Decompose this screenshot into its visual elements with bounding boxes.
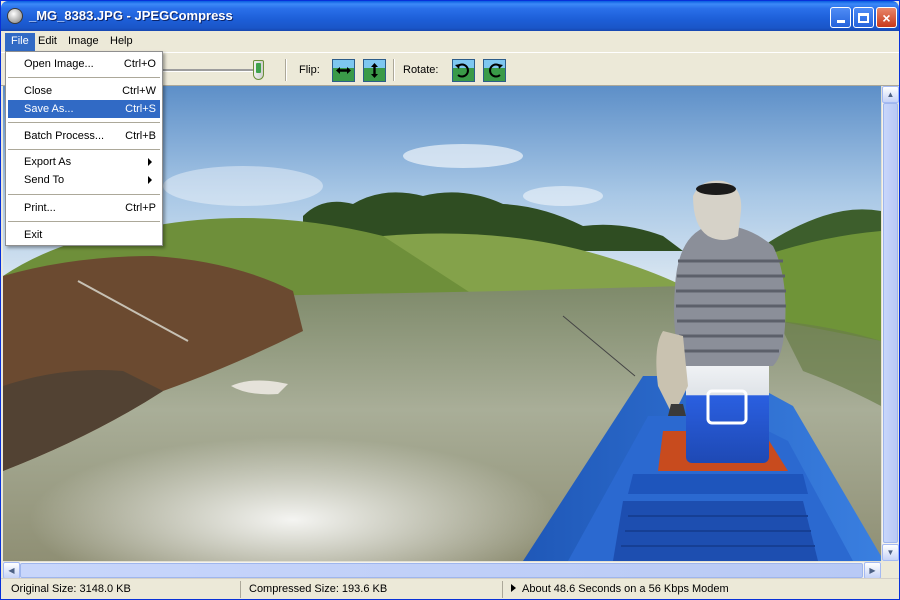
toolbar-separator [393, 59, 395, 81]
status-bar: Original Size: 3148.0 KB Compressed Size… [1, 578, 899, 599]
arrow-right-icon: ▶ [869, 566, 876, 575]
horizontal-scrollbar[interactable]: ◀ ▶ [3, 561, 881, 579]
rotate-right-icon [484, 60, 505, 81]
menu-image[interactable]: Image [62, 33, 105, 51]
flip-horizontal-icon [333, 60, 354, 81]
menu-separator [8, 77, 160, 78]
maximize-button[interactable] [853, 7, 874, 28]
menu-item-send-to[interactable]: Send To [8, 171, 160, 189]
menu-edit[interactable]: Edit [32, 33, 63, 51]
compressed-size-status: Compressed Size: 193.6 KB [243, 581, 503, 598]
scroll-up-button[interactable]: ▲ [882, 86, 899, 103]
menu-item-label: Save As... [24, 103, 74, 115]
toolbar-separator [285, 59, 287, 81]
menu-item-shortcut: Ctrl+O [123, 58, 156, 70]
menu-separator [8, 122, 160, 123]
scroll-left-button[interactable]: ◀ [3, 562, 20, 579]
rotate-right-button[interactable] [483, 59, 506, 82]
quality-slider-track[interactable] [163, 69, 263, 72]
menu-item-export-as[interactable]: Export As [8, 153, 160, 171]
menu-item-label: Send To [24, 174, 65, 186]
menu-item-exit[interactable]: Exit [8, 226, 160, 244]
menu-item-label: Export As [24, 156, 72, 168]
rotate-label: Rotate: [403, 64, 439, 76]
menu-item-label: Batch Process... [24, 130, 105, 142]
play-icon [511, 584, 516, 593]
scroll-down-button[interactable]: ▼ [882, 544, 899, 561]
menu-item-close[interactable]: Close Ctrl+W [8, 82, 160, 100]
maximize-icon [858, 12, 869, 23]
submenu-arrow-icon [148, 176, 152, 184]
flip-vertical-button[interactable] [363, 59, 386, 82]
submenu-arrow-icon [148, 158, 152, 166]
menu-file[interactable]: File [5, 33, 35, 51]
flip-label: Flip: [299, 64, 320, 76]
horizontal-scroll-thumb[interactable] [20, 563, 863, 578]
menu-help[interactable]: Help [104, 33, 139, 51]
menu-separator [8, 221, 160, 222]
menu-item-label: Close [24, 85, 53, 97]
scrollbar-corner [881, 561, 898, 578]
vertical-scrollbar[interactable]: ▲ ▼ [881, 86, 899, 561]
arrow-left-icon: ◀ [8, 566, 15, 575]
menu-item-label: Exit [24, 229, 43, 241]
menu-bar: File Edit Image Help [1, 31, 899, 51]
flip-horizontal-button[interactable] [332, 59, 355, 82]
menu-item-batch-process[interactable]: Batch Process... Ctrl+B [8, 127, 160, 145]
minimize-icon [836, 20, 845, 23]
app-window: _MG_8383.JPG - JPEGCompress × File Edit … [0, 0, 900, 600]
scroll-right-button[interactable]: ▶ [864, 562, 881, 579]
menu-item-shortcut: Ctrl+S [125, 103, 156, 115]
menu-item-open-image[interactable]: Open Image... Ctrl+O [8, 55, 160, 73]
menu-separator [8, 194, 160, 195]
menu-separator [8, 149, 160, 150]
flip-vertical-icon [364, 60, 385, 81]
menu-item-print[interactable]: Print... Ctrl+P [8, 199, 160, 217]
arrow-down-icon: ▼ [886, 548, 895, 557]
arrow-up-icon: ▲ [886, 90, 895, 99]
menu-item-shortcut: Ctrl+B [125, 130, 156, 142]
file-menu-dropdown: Open Image... Ctrl+O Close Ctrl+W Save A… [5, 51, 163, 246]
close-icon: × [882, 9, 891, 26]
vertical-scroll-thumb[interactable] [883, 103, 898, 543]
menu-item-save-as[interactable]: Save As... Ctrl+S [8, 100, 160, 118]
rotate-left-icon [453, 60, 474, 81]
menu-item-shortcut: Ctrl+P [125, 202, 156, 214]
download-time-text: About 48.6 Seconds on a 56 Kbps Modem [522, 583, 729, 595]
download-time-status: About 48.6 Seconds on a 56 Kbps Modem [505, 581, 895, 598]
title-bar[interactable]: _MG_8383.JPG - JPEGCompress × [1, 1, 899, 31]
app-icon[interactable] [7, 8, 23, 24]
close-button[interactable]: × [876, 7, 897, 28]
minimize-button[interactable] [830, 7, 851, 28]
menu-item-label: Print... [24, 202, 56, 214]
menu-item-shortcut: Ctrl+W [122, 85, 156, 97]
menu-item-label: Open Image... [24, 58, 94, 70]
quality-slider-thumb[interactable] [253, 60, 264, 80]
window-title: _MG_8383.JPG - JPEGCompress [29, 8, 233, 23]
original-size-status: Original Size: 3148.0 KB [5, 581, 241, 598]
rotate-left-button[interactable] [452, 59, 475, 82]
